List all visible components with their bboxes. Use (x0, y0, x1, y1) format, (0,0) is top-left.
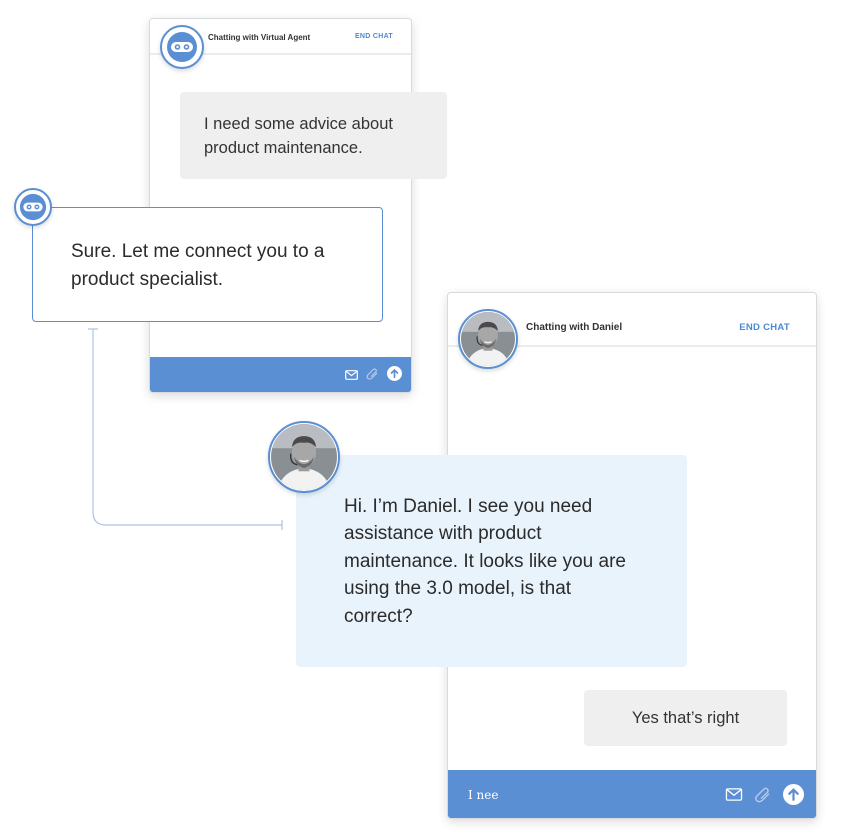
message-text: Yes that’s right (631, 709, 740, 727)
daniel-avatar (458, 309, 518, 369)
message-text: Hi. I’m Daniel. I see you need assistanc… (344, 496, 626, 627)
send-arrow-icon[interactable] (387, 366, 402, 386)
virtual-agent-chat-window: Chatting with Virtual Agent END CHAT (149, 18, 412, 393)
message-text: I need some advice about product mainten… (204, 115, 393, 157)
end-chat-button[interactable]: END CHAT (355, 33, 393, 40)
person-photo-icon (271, 424, 337, 490)
daniel-avatar (268, 421, 340, 493)
chat-title: Chatting with Daniel (526, 322, 623, 333)
virtual-agent-avatar (14, 188, 52, 226)
robot-icon (167, 32, 197, 62)
end-chat-button[interactable]: END CHAT (739, 322, 790, 333)
person-photo-icon (461, 312, 515, 366)
chat-footer (448, 770, 816, 818)
virtual-agent-message-bubble: Sure. Let me connect you to a product sp… (32, 207, 383, 322)
robot-icon (19, 193, 47, 221)
send-arrow-icon[interactable] (783, 784, 804, 810)
virtual-agent-avatar (160, 25, 204, 69)
message-input[interactable] (468, 785, 688, 805)
daniel-message-bubble: Hi. I’m Daniel. I see you need assistanc… (296, 455, 687, 667)
user-message-bubble: I need some advice about product mainten… (180, 92, 447, 179)
message-text: Sure. Let me connect you to a product sp… (71, 241, 325, 290)
user-message-bubble: Yes that’s right (584, 690, 787, 746)
mail-icon[interactable] (725, 788, 743, 806)
mail-icon[interactable] (345, 367, 358, 385)
paperclip-icon[interactable] (754, 787, 772, 808)
chat-footer (150, 357, 411, 392)
paperclip-icon[interactable] (366, 367, 379, 385)
chat-title: Chatting with Virtual Agent (208, 33, 311, 42)
